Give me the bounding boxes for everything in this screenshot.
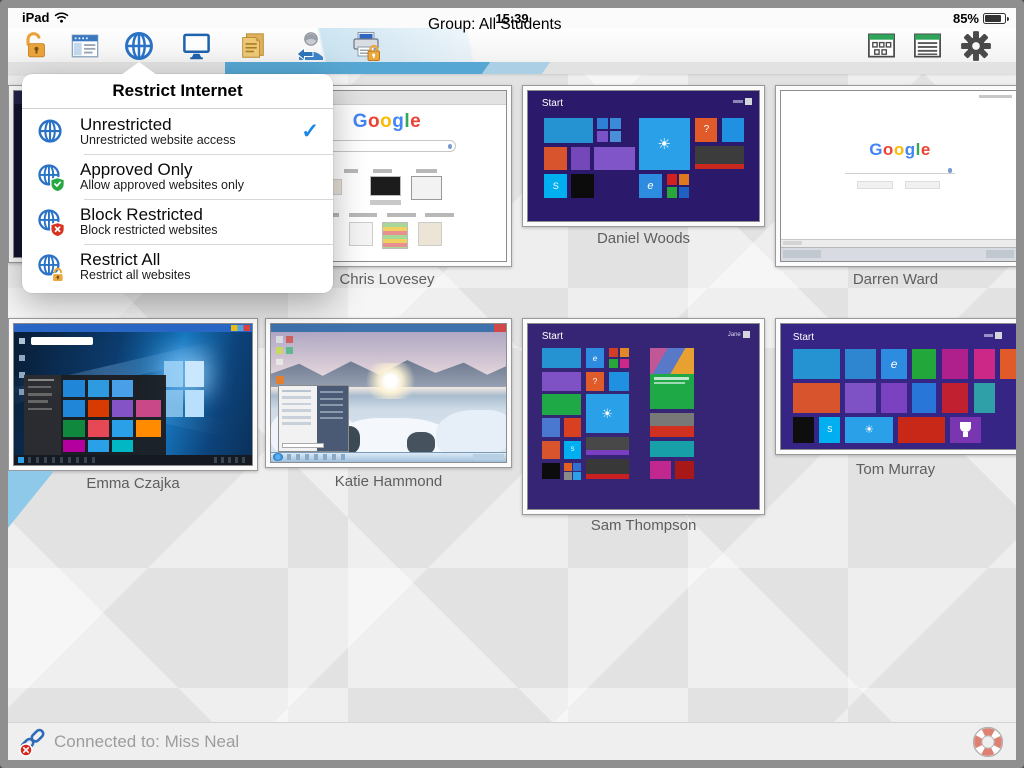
globe-shield-check-icon: [22, 162, 80, 192]
popover-title: Restrict Internet: [22, 74, 333, 109]
student-card-darren[interactable]: Google: [775, 85, 1016, 267]
student-screen-preview[interactable]: Start e S ☀: [780, 323, 1016, 450]
unlock-icon: [21, 31, 51, 61]
student-name: Daniel Woods: [522, 230, 765, 247]
group-label: Group: All Students: [428, 16, 562, 34]
classroom-monitor-screen: iPad 15:39 85%: [8, 8, 1016, 760]
student-screen-preview[interactable]: [270, 323, 507, 463]
thumbnail-view-icon: [865, 30, 898, 61]
student-actions-button[interactable]: [292, 29, 328, 62]
list-view-button[interactable]: [909, 29, 945, 62]
student-icon: [293, 30, 327, 62]
print-restrict-button[interactable]: [348, 29, 384, 62]
band-decoration-light: [482, 62, 550, 74]
screen-control-button[interactable]: [178, 29, 214, 62]
globe-shield-x-icon: [22, 207, 80, 237]
thumbnail-view-button[interactable]: [863, 29, 899, 62]
checkmark-icon: ✓: [301, 119, 333, 144]
google-logo: Google: [781, 140, 1016, 160]
menu-item-approved-only[interactable]: Approved Only Allow approved websites on…: [22, 154, 333, 199]
student-name: Sam Thompson: [522, 517, 765, 534]
settings-button[interactable]: [958, 29, 994, 62]
battery-icon: [983, 13, 1006, 24]
monitor-icon: [180, 30, 213, 61]
browser-window-icon: [69, 31, 101, 61]
status-footer: Connected to: Miss Neal: [8, 722, 1016, 760]
connection-status: Connected to: Miss Neal: [54, 732, 239, 752]
menu-item-restrict-all[interactable]: Restrict All Restrict all websites: [22, 244, 333, 289]
student-name: Emma Czajka: [8, 475, 258, 492]
student-name: Tom Murray: [775, 461, 1016, 478]
connection-link-icon: [16, 726, 50, 758]
student-card-daniel[interactable]: Start ☀ ? S e: [522, 85, 765, 227]
band-decoration: [225, 62, 490, 74]
settings-gear-icon: [958, 29, 994, 63]
help-lifebuoy-button[interactable]: [970, 724, 1006, 760]
weather-tile: ☀: [639, 118, 690, 170]
globe-lock-icon: [22, 252, 80, 282]
student-card-sam[interactable]: Start Jane e ? ☀ S: [522, 318, 765, 515]
student-screen-preview[interactable]: Google: [780, 90, 1016, 262]
documents-button[interactable]: [235, 29, 271, 62]
student-card-emma[interactable]: [8, 318, 258, 471]
student-name: Katie Hammond: [265, 473, 512, 490]
popover-arrow: [121, 62, 157, 75]
unlock-button[interactable]: [18, 29, 54, 62]
printer-lock-icon: [349, 30, 383, 62]
toolbar-bottom-band: [8, 62, 1016, 74]
student-screen-preview[interactable]: Start Jane e ? ☀ S: [527, 323, 760, 510]
student-screen-preview[interactable]: [13, 323, 253, 466]
menu-item-block-restricted[interactable]: Block Restricted Block restricted websit…: [22, 199, 333, 244]
battery-percent: 85%: [953, 11, 979, 26]
app-window: iPad 15:39 85%: [0, 0, 1024, 768]
student-card-tom[interactable]: Start e S ☀: [775, 318, 1016, 455]
restrict-internet-popover: Restrict Internet Unrestricted Unrestric…: [22, 74, 333, 293]
student-card-katie[interactable]: [265, 318, 512, 468]
student-name: Darren Ward: [775, 271, 1016, 288]
student-screen-preview[interactable]: Start ☀ ? S e: [527, 90, 760, 222]
browse-windows-button[interactable]: [67, 29, 103, 62]
menu-item-unrestricted[interactable]: Unrestricted Unrestricted website access…: [22, 109, 333, 154]
globe-internet-icon: [122, 29, 156, 63]
list-view-icon: [911, 30, 944, 61]
globe-icon: [22, 117, 80, 147]
documents-icon: [238, 31, 268, 61]
restrict-internet-button[interactable]: [121, 29, 157, 62]
